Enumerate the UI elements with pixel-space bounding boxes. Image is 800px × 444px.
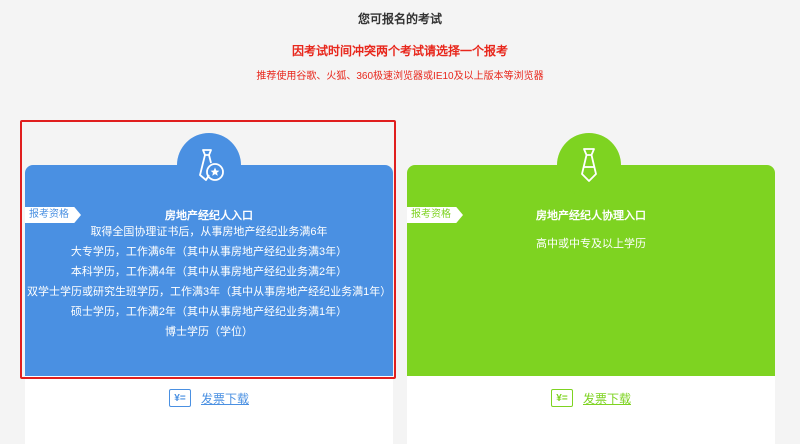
exam-card-agent[interactable]: 报考资格 房地产经纪人入口 取得全国协理证书后，从事房地产经纪业务满6年 大专学…: [25, 165, 393, 444]
page-title: 您可报名的考试: [357, 12, 442, 26]
requirement-item: 本科学历，工作满4年（其中从事房地产经纪业务满2年）: [70, 266, 348, 278]
invoice-icon: ¥=: [168, 389, 191, 407]
requirement-item: 大专学历，工作满6年（其中从事房地产经纪业务满3年）: [70, 246, 348, 258]
invoice-download[interactable]: ¥= 发票下载: [407, 389, 775, 407]
conflict-notice: 因考试时间冲突两个考试请选择一个报考: [291, 44, 508, 58]
requirement-list: 高中或中专及以上学历: [407, 237, 775, 257]
invoice-download-link[interactable]: 发票下载: [583, 390, 631, 407]
invoice-download[interactable]: ¥= 发票下载: [25, 389, 393, 407]
card-title[interactable]: 房地产经纪人协理入口: [407, 207, 775, 223]
requirement-item: 取得全国协理证书后，从事房地产经纪业务满6年: [90, 226, 328, 238]
requirement-item: 双学士学历或研究生班学历，工作满3年（其中从事房地产经纪业务满1年）: [27, 286, 392, 298]
invoice-icon: ¥=: [550, 389, 573, 407]
exam-card-assistant[interactable]: 报考资格 房地产经纪人协理入口 高中或中专及以上学历 ¥= 发票下载: [407, 165, 775, 444]
requirement-item: 博士学历（学位）: [165, 326, 253, 338]
card-title[interactable]: 房地产经纪人入口: [25, 207, 393, 223]
requirement-list: 取得全国协理证书后，从事房地产经纪业务满6年 大专学历，工作满6年（其中从事房地…: [25, 225, 393, 345]
invoice-download-link[interactable]: 发票下载: [201, 390, 249, 407]
tie-icon: [557, 133, 621, 197]
tie-badge-icon: [177, 133, 241, 197]
browser-notice: 推荐使用谷歌、火狐、360极速浏览器或IE10及以上版本等浏览器: [256, 71, 544, 82]
requirement-item: 高中或中专及以上学历: [536, 238, 646, 250]
requirement-item: 硕士学历，工作满2年（其中从事房地产经纪业务满1年）: [70, 306, 348, 318]
